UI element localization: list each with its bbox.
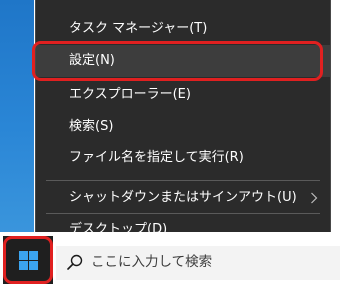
desktop-wallpaper	[0, 0, 34, 232]
menu-item-file-explorer[interactable]: エクスプローラー(E)	[36, 79, 330, 111]
menu-item-label: シャットダウンまたはサインアウト(U)	[69, 190, 297, 205]
menu-item-label: エクスプローラー(E)	[69, 87, 191, 102]
menu-separator	[46, 180, 320, 181]
start-context-menu: タスク マネージャー(T) 設定(N) エクスプローラー(E) 検索(S) ファ…	[35, 0, 331, 252]
menu-item-label: ファイル名を指定して実行(R)	[69, 150, 244, 165]
search-icon	[67, 254, 83, 270]
search-placeholder: ここに入力して検索	[91, 254, 213, 270]
settings-highlight-annotation	[32, 41, 323, 81]
menu-item-run[interactable]: ファイル名を指定して実行(R)	[36, 142, 330, 174]
menu-item-search[interactable]: 検索(S)	[36, 111, 330, 143]
menu-item-label: タスク マネージャー(T)	[69, 21, 208, 36]
menu-item-shutdown-signout[interactable]: シャットダウンまたはサインアウト(U)	[36, 182, 330, 214]
menu-item-label: 検索(S)	[69, 119, 114, 134]
chevron-right-icon	[311, 192, 318, 204]
start-button-highlight-annotation	[3, 236, 53, 284]
